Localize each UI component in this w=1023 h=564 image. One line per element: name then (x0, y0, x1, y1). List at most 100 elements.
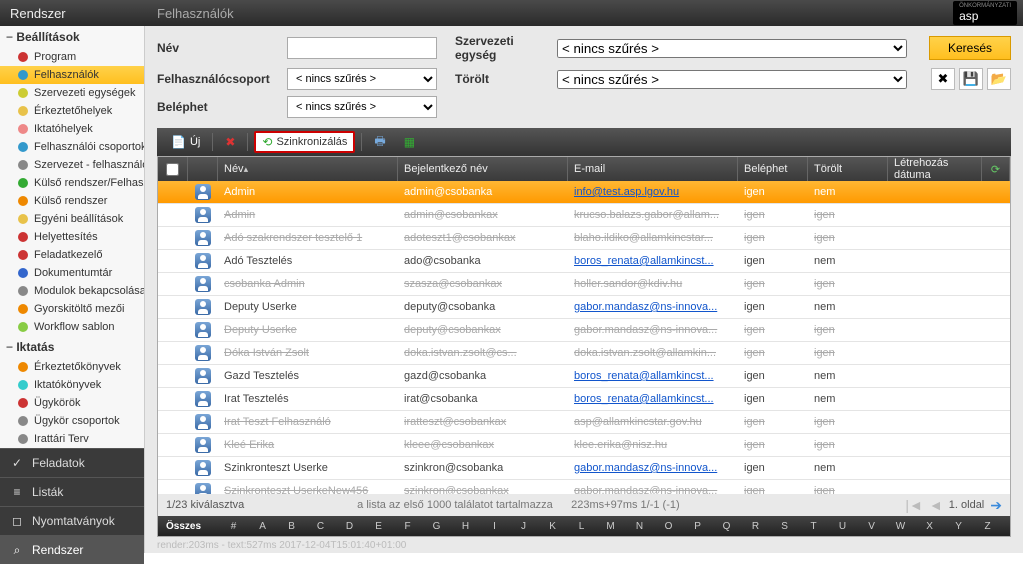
header-email[interactable]: E-mail (568, 157, 738, 181)
table-row[interactable]: Adminadmin@csobankainfo@test.asp.lgov.hu… (158, 181, 1010, 204)
sidebar-item[interactable]: Gyorskitöltő mezői (0, 300, 144, 318)
alpha-letter[interactable]: D (335, 521, 364, 532)
sidebar-item[interactable]: Ügykörök (0, 394, 144, 412)
alpha-letter[interactable]: G (422, 521, 451, 532)
alpha-all[interactable]: Összes (166, 521, 201, 532)
alpha-letter[interactable]: R (741, 521, 770, 532)
header-date[interactable]: Létrehozás dátuma (888, 157, 982, 181)
search-button[interactable]: Keresés (929, 36, 1011, 60)
table-row[interactable]: Szinkronteszt UserkeNew456szinkron@csoba… (158, 480, 1010, 494)
sidebar-group-iktatas[interactable]: Iktatás (0, 336, 144, 358)
sidebar-item[interactable]: Irattári Terv (0, 430, 144, 448)
table-row[interactable]: Irat Tesztelésirat@csobankaboros_renata@… (158, 388, 1010, 411)
sidebar-item[interactable]: Szervezet - felhasználó (0, 156, 144, 174)
table-row[interactable]: Dóka István Zsoltdoka.istvan.zsolt@cs...… (158, 342, 1010, 365)
alpha-letter[interactable]: S (770, 521, 799, 532)
delete-button[interactable]: ✖ (219, 132, 241, 152)
cell-email[interactable]: gabor.mandasz@ns-innova... (568, 324, 738, 336)
table-row[interactable]: csobanka Adminszasza@csobankaxholler.san… (158, 273, 1010, 296)
sidebar-item[interactable]: Érkeztetőhelyek (0, 102, 144, 120)
cell-email[interactable]: boros_renata@allamkincst... (568, 370, 738, 382)
filter-belephet-select[interactable]: < nincs szűrés > (287, 96, 437, 118)
filter-torolt-select[interactable]: < nincs szűrés > (557, 70, 907, 89)
sidebar-item[interactable]: Külső rendszer (0, 192, 144, 210)
sidebar-item[interactable]: Külső rendszer/Felhasz (0, 174, 144, 192)
table-row[interactable]: Deputy Userkedeputy@csobankagabor.mandas… (158, 296, 1010, 319)
alpha-letter[interactable]: J (509, 521, 538, 532)
new-button[interactable]: 📄Új (165, 132, 206, 152)
table-row[interactable]: Szinkronteszt Userkeszinkron@csobankagab… (158, 457, 1010, 480)
sidebar-item[interactable]: Érkeztetőkönyvek (0, 358, 144, 376)
alpha-letter[interactable]: O (654, 521, 683, 532)
cell-email[interactable]: doka.istvan.zsolt@allamkin... (568, 347, 738, 359)
alpha-letter[interactable]: M (596, 521, 625, 532)
clear-icon[interactable]: ✖ (931, 68, 955, 90)
table-row[interactable]: Adó Tesztelésado@csobankaboros_renata@al… (158, 250, 1010, 273)
sidebar-item[interactable]: Feladatkezelő (0, 246, 144, 264)
table-row[interactable]: Irat Teszt Felhasználóiratteszt@csobanka… (158, 411, 1010, 434)
alpha-letter[interactable]: C (306, 521, 335, 532)
sidebar-tab[interactable]: ≡Listák (0, 477, 144, 506)
sidebar-item[interactable]: Egyéni beállítások (0, 210, 144, 228)
cell-email[interactable]: gabor.mandasz@ns-innova... (568, 462, 738, 474)
sidebar-item[interactable]: Program (0, 48, 144, 66)
alpha-letter[interactable]: T (799, 521, 828, 532)
alpha-letter[interactable]: Y (944, 521, 973, 532)
cell-email[interactable]: info@test.asp.lgov.hu (568, 186, 738, 198)
cell-email[interactable]: gabor.mandasz@ns-innova... (568, 301, 738, 313)
alpha-letter[interactable]: E (364, 521, 393, 532)
sidebar-item[interactable]: Felhasználói csoportok (0, 138, 144, 156)
alpha-letter[interactable]: H (451, 521, 480, 532)
cell-email[interactable]: klee.erika@nisz.hu (568, 439, 738, 451)
sync-button[interactable]: ⟲Szinkronizálás (254, 131, 355, 153)
alpha-letter[interactable]: # (219, 521, 248, 532)
alpha-letter[interactable]: U (828, 521, 857, 532)
page-first-icon[interactable]: |◄ (905, 497, 923, 513)
alpha-letter[interactable]: Q (712, 521, 741, 532)
cell-email[interactable]: gabor.mandasz@ns-innova... (568, 485, 738, 494)
alpha-letter[interactable]: X (915, 521, 944, 532)
sidebar-group-beallitasok[interactable]: Beállítások (0, 26, 144, 48)
header-torolt[interactable]: Törölt (808, 157, 888, 181)
sidebar-tab[interactable]: ⌕Rendszer (0, 535, 144, 564)
folder-icon[interactable]: 📂 (987, 68, 1011, 90)
table-row[interactable]: Gazd Tesztelésgazd@csobankaboros_renata@… (158, 365, 1010, 388)
sidebar-item[interactable]: Iktatóhelyek (0, 120, 144, 138)
page-next-icon[interactable]: ➔ (990, 497, 1002, 514)
cell-email[interactable]: boros_renata@allamkincst... (568, 255, 738, 267)
save-icon[interactable]: 💾 (959, 68, 983, 90)
header-login[interactable]: Bejelentkező név (398, 157, 568, 181)
table-row[interactable]: Kleé Erikakleee@csobankaxklee.erika@nisz… (158, 434, 1010, 457)
table-row[interactable]: Adó szakrendszer tesztelő 1adoteszt1@cso… (158, 227, 1010, 250)
alpha-letter[interactable]: I (480, 521, 509, 532)
filter-csoport-select[interactable]: < nincs szűrés > (287, 68, 437, 90)
cell-email[interactable]: krucso.balazs.gabor@allam... (568, 209, 738, 221)
sidebar-tab[interactable]: ◻Nyomtatványok (0, 506, 144, 535)
header-nev[interactable]: Név (218, 157, 398, 181)
cell-email[interactable]: boros_renata@allamkincst... (568, 393, 738, 405)
sidebar-item[interactable]: Szervezeti egységek (0, 84, 144, 102)
alpha-letter[interactable]: V (857, 521, 886, 532)
alpha-letter[interactable]: L (567, 521, 596, 532)
page-prev-icon[interactable]: ◄ (929, 497, 943, 513)
print-button[interactable]: 🖶 (368, 129, 391, 156)
sidebar-item[interactable]: Dokumentumtár (0, 264, 144, 282)
alpha-letter[interactable]: A (248, 521, 277, 532)
sidebar-item[interactable]: Felhasználók (0, 66, 144, 84)
export-button[interactable]: ▦ (398, 132, 421, 152)
filter-nev-input[interactable] (287, 37, 437, 59)
cell-email[interactable]: blaho.ildiko@allamkincstar... (568, 232, 738, 244)
alpha-letter[interactable]: K (538, 521, 567, 532)
alpha-letter[interactable]: W (886, 521, 915, 532)
table-row[interactable]: Adminadmin@csobankaxkrucso.balazs.gabor@… (158, 204, 1010, 227)
refresh-icon[interactable]: ⟳ (982, 157, 1010, 181)
header-checkbox[interactable] (158, 157, 188, 181)
sidebar-tab[interactable]: ✓Feladatok (0, 448, 144, 477)
cell-email[interactable]: holler.sandor@kdiv.hu (568, 278, 738, 290)
alpha-letter[interactable]: P (683, 521, 712, 532)
alpha-letter[interactable]: F (393, 521, 422, 532)
alpha-letter[interactable]: Z (973, 521, 1002, 532)
table-row[interactable]: Deputy Userkedeputy@csobankaxgabor.manda… (158, 319, 1010, 342)
sidebar-item[interactable]: Iktatókönyvek (0, 376, 144, 394)
alpha-letter[interactable]: B (277, 521, 306, 532)
